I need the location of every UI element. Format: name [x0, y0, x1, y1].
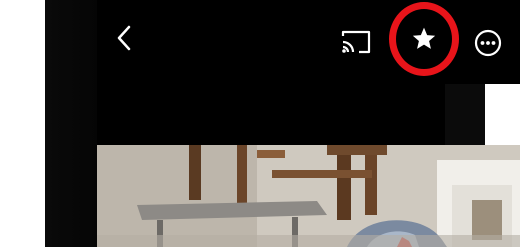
more-options-icon: [474, 29, 502, 57]
favorite-button[interactable]: [389, 2, 459, 76]
back-chevron-icon: [117, 25, 131, 51]
cast-button[interactable]: [339, 28, 373, 56]
photo-thumbnail[interactable]: [97, 145, 520, 247]
highlight-circle: [389, 2, 459, 76]
top-toolbar: [97, 0, 520, 84]
back-button[interactable]: [113, 20, 135, 56]
photo-content: [97, 145, 520, 247]
more-options-button[interactable]: [473, 28, 503, 58]
phone-screen: [45, 0, 520, 247]
cast-icon: [341, 30, 371, 54]
left-edge: [45, 0, 97, 247]
